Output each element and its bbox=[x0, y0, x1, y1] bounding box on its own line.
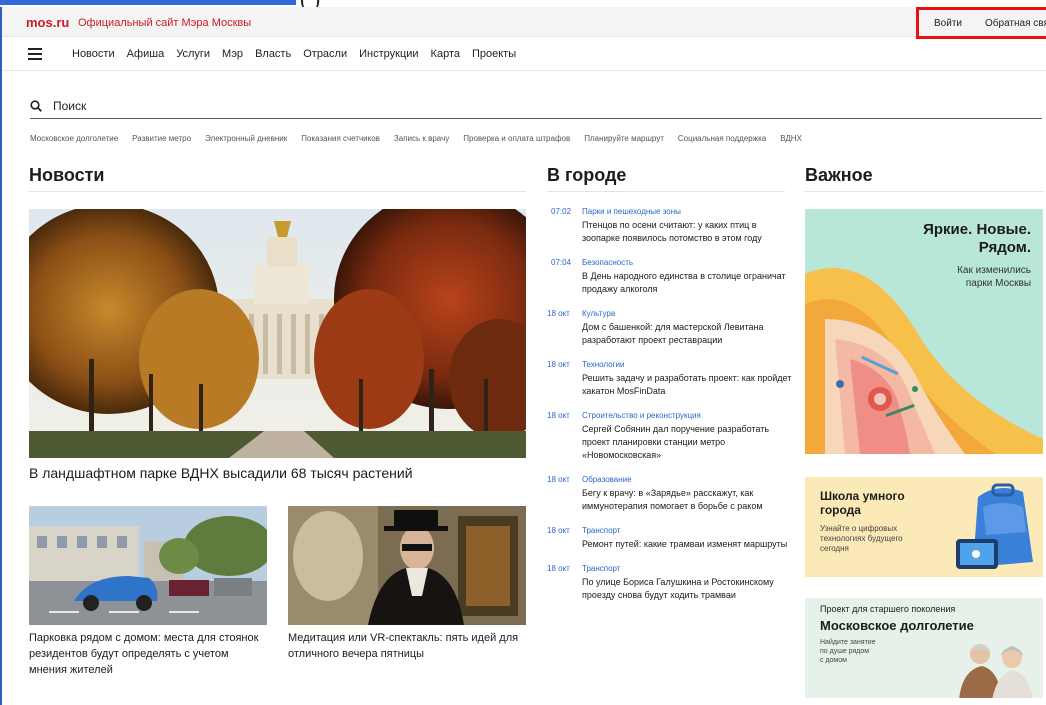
backpack-icon bbox=[956, 483, 1033, 569]
quick-link[interactable]: Электронный дневник bbox=[205, 134, 287, 143]
smart-city-sub-1: Узнайте о цифровых bbox=[820, 524, 898, 533]
news-section-title[interactable]: Новости bbox=[29, 165, 104, 186]
news-card-image-meditation[interactable] bbox=[288, 506, 526, 625]
nav-item-instructions[interactable]: Инструкции bbox=[359, 48, 418, 60]
news-time: 07:02 bbox=[551, 207, 572, 216]
news-headline[interactable]: Ремонт путей: какие трамваи изменят марш… bbox=[582, 538, 792, 551]
news-time: 18 окт bbox=[547, 564, 570, 573]
longevity-sub-1: Найдите занятие bbox=[820, 639, 876, 646]
promo-headline-1: Яркие. Новые. bbox=[923, 221, 1031, 238]
quick-link[interactable]: Планируйте маршрут bbox=[584, 134, 664, 143]
smart-city-sub-3: сегодня bbox=[820, 544, 849, 553]
news-category[interactable]: Образование bbox=[582, 475, 632, 484]
quick-link[interactable]: Развитие метро bbox=[132, 134, 191, 143]
nav-item-projects[interactable]: Проекты bbox=[472, 48, 516, 60]
news-headline[interactable]: В День народного единства в столице огра… bbox=[582, 270, 792, 296]
news-headline[interactable]: Решить задачу и разработать проект: как … bbox=[582, 372, 792, 398]
smart-city-title-2: города bbox=[820, 503, 861, 517]
list-item[interactable]: 18 окт Образование Бегу к врачу: в «Заряд… bbox=[547, 475, 792, 513]
quick-link[interactable]: Московское долголетие bbox=[30, 134, 118, 143]
elderly-couple-icon bbox=[959, 644, 1033, 698]
list-item[interactable]: 18 окт Транспорт По улице Бориса Галушкин… bbox=[547, 564, 792, 602]
longevity-sub-2: по душе рядом bbox=[820, 648, 870, 655]
list-item[interactable]: 18 окт Строительство и реконструкция Серг… bbox=[547, 411, 792, 462]
search-icon[interactable] bbox=[30, 100, 42, 112]
feedback-link[interactable]: Обратная связь bbox=[985, 18, 1046, 29]
quick-link[interactable]: Запись к врачу bbox=[394, 134, 449, 143]
search-placeholder: Поиск bbox=[53, 99, 87, 113]
nav-item-government[interactable]: Власть bbox=[255, 48, 291, 60]
site-logo[interactable]: mos.ru bbox=[26, 15, 69, 30]
news-headline[interactable]: Сергей Собянин дал поручение разработать… bbox=[582, 423, 792, 462]
nav-item-afisha[interactable]: Афиша bbox=[127, 48, 165, 60]
important-title-rule bbox=[805, 191, 1043, 192]
news-time: 18 окт bbox=[547, 309, 570, 318]
nav-item-mayor[interactable]: Мэр bbox=[222, 48, 243, 60]
important-section-title[interactable]: Важное bbox=[805, 165, 873, 186]
list-item[interactable]: 07:02 Парки и пешеходные зоны Птенцов по … bbox=[547, 207, 792, 245]
longevity-kicker: Проект для старшего поколения bbox=[820, 604, 956, 614]
menu-icon[interactable] bbox=[28, 48, 42, 60]
longevity-sub-3: с домом bbox=[820, 657, 847, 664]
quick-link[interactable]: Социальная поддержка bbox=[678, 134, 766, 143]
promo-sub-2: парки Москвы bbox=[965, 278, 1031, 289]
quick-link[interactable]: ВДНХ bbox=[780, 134, 802, 143]
nav-item-services[interactable]: Услуги bbox=[176, 48, 210, 60]
promo-card-smart-city[interactable]: Школа умного города Узнайте о цифровых т… bbox=[805, 477, 1043, 577]
list-item[interactable]: 18 окт Транспорт Ремонт путей: какие трам… bbox=[547, 526, 792, 551]
smart-city-sub-2: технологиях будущего bbox=[820, 534, 903, 543]
smart-city-title-1: Школа умного bbox=[820, 489, 905, 503]
news-time: 18 окт bbox=[547, 360, 570, 369]
promo-card-parks[interactable]: Яркие. Новые. Рядом. Как изменились парк… bbox=[805, 209, 1043, 454]
news-time: 18 окт bbox=[547, 475, 570, 484]
nav-item-map[interactable]: Карта bbox=[431, 48, 460, 60]
news-category[interactable]: Технологии bbox=[582, 360, 624, 369]
quick-link[interactable]: Проверка и оплата штрафов bbox=[463, 134, 570, 143]
main-news-image[interactable] bbox=[29, 209, 526, 458]
news-headline[interactable]: Бегу к врачу: в «Зарядье» расскажут, как… bbox=[582, 487, 792, 513]
city-section-title[interactable]: В городе bbox=[547, 165, 626, 186]
main-news-caption[interactable]: В ландшафтном парке ВДНХ высадили 68 тыс… bbox=[29, 465, 413, 481]
news-title-rule bbox=[29, 191, 526, 192]
nav-item-sectors[interactable]: Отрасли bbox=[303, 48, 347, 60]
quick-link[interactable]: Показания счетчиков bbox=[301, 134, 380, 143]
news-category[interactable]: Строительство и реконструкция bbox=[582, 411, 701, 420]
news-headline[interactable]: По улице Бориса Галушкина и Ростокинском… bbox=[582, 576, 792, 602]
news-card-image-parking[interactable] bbox=[29, 506, 267, 625]
top-bar: mos.ru Официальный сайт Мэра Москвы Войт… bbox=[2, 7, 1046, 39]
list-item[interactable]: 18 окт Культура Дом с башенкой: для масте… bbox=[547, 309, 792, 347]
promo-card-longevity[interactable]: Проект для старшего поколения Московское… bbox=[805, 598, 1043, 698]
site-name[interactable]: Официальный сайт Мэра Москвы bbox=[78, 17, 251, 29]
news-time: 18 окт bbox=[547, 411, 570, 420]
news-headline[interactable]: Птенцов по осени считают: у каких птиц в… bbox=[582, 219, 792, 245]
login-link[interactable]: Войти bbox=[934, 18, 962, 29]
news-category[interactable]: Безопасность bbox=[582, 258, 633, 267]
news-time: 07:04 bbox=[551, 258, 572, 267]
main-nav: Новости Афиша Услуги Мэр Власть Отрасли … bbox=[2, 37, 1046, 71]
city-news-feed: 07:02 Парки и пешеходные зоны Птенцов по … bbox=[547, 207, 792, 615]
search-input[interactable]: Поиск bbox=[30, 99, 1042, 119]
promo-sub-1: Как изменились bbox=[957, 265, 1031, 276]
news-time: 18 окт bbox=[547, 526, 570, 535]
news-card-caption-parking[interactable]: Парковка рядом с домом: места для стояно… bbox=[29, 630, 269, 678]
list-item[interactable]: 18 окт Технологии Решить задачу и разрабо… bbox=[547, 360, 792, 398]
news-category[interactable]: Парки и пешеходные зоны bbox=[582, 207, 681, 216]
list-item[interactable]: 07:04 Безопасность В День народного единс… bbox=[547, 258, 792, 296]
news-category[interactable]: Транспорт bbox=[582, 526, 620, 535]
promo-headline-2: Рядом. bbox=[978, 239, 1031, 256]
auth-area-highlight: Войти Обратная связь bbox=[916, 7, 1046, 39]
news-category[interactable]: Транспорт bbox=[582, 564, 620, 573]
news-card-caption-meditation[interactable]: Медитация или VR-спектакль: пять идей дл… bbox=[288, 630, 528, 662]
browser-page: mos.ru Официальный сайт Мэра Москвы Войт… bbox=[0, 7, 1046, 705]
news-headline[interactable]: Дом с башенкой: для мастерской Левитана … bbox=[582, 321, 792, 347]
nav-items: Новости Афиша Услуги Мэр Власть Отрасли … bbox=[72, 48, 528, 60]
news-category[interactable]: Культура bbox=[582, 309, 615, 318]
city-title-rule bbox=[547, 191, 785, 192]
nav-item-news[interactable]: Новости bbox=[72, 48, 115, 60]
quick-links: Московское долголетие Развитие метро Эле… bbox=[30, 134, 816, 143]
